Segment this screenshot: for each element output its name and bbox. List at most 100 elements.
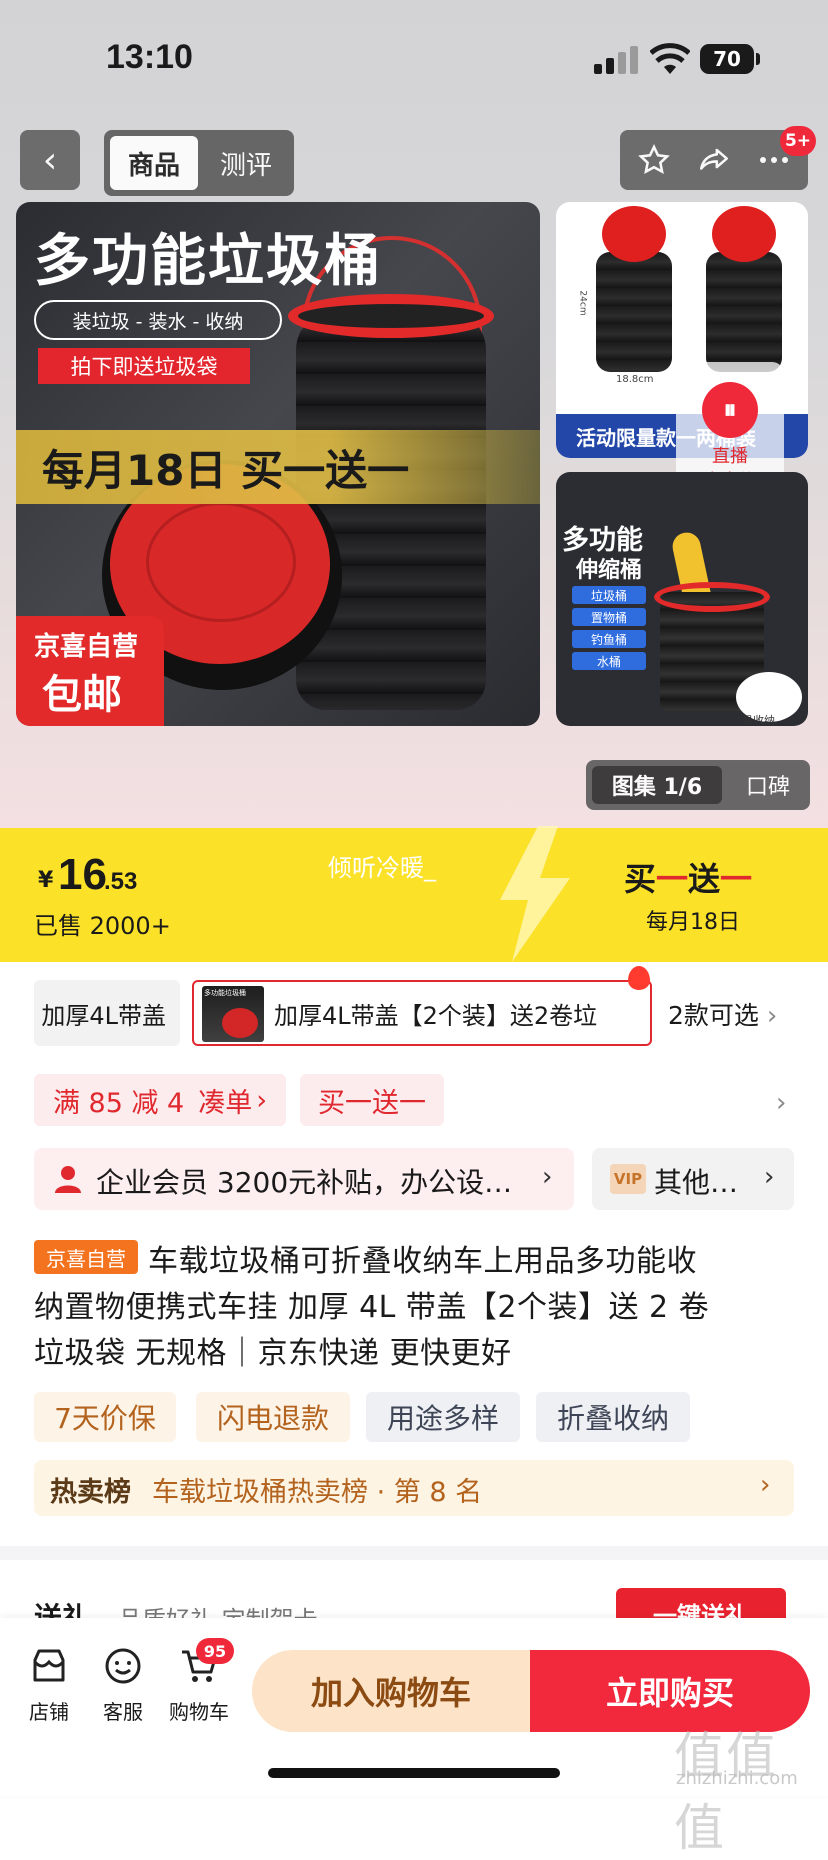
bucket-rim bbox=[288, 294, 494, 338]
smile-chat-icon bbox=[105, 1648, 141, 1684]
discount-label: 满 85 减 4 bbox=[52, 1087, 185, 1119]
image-gift-note: 拍下即送垃圾袋 bbox=[38, 348, 250, 384]
main-product-image[interactable]: 多功能垃圾桶 装垃圾 - 装水 - 收纳 拍下即送垃圾袋 每月18日 买一送一 … bbox=[16, 202, 540, 726]
gallery-switch: 图集 1/6 口碑 bbox=[586, 760, 810, 810]
vip-icon: VIP bbox=[610, 1164, 646, 1194]
battery-indicator: 70 bbox=[700, 44, 754, 74]
signal-icon bbox=[594, 46, 638, 74]
thumb-tag: 垃圾桶 bbox=[572, 586, 646, 604]
chevron-right-icon: › bbox=[766, 1001, 778, 1031]
variant-selected[interactable]: 多功能垃圾桶 加厚4L带盖【2个装】送2卷垃 bbox=[192, 980, 652, 1046]
seller-watermark: 倾听冷暖_ bbox=[328, 854, 436, 882]
favorite-star-icon[interactable] bbox=[624, 130, 684, 190]
tab-product[interactable]: 商品 bbox=[110, 136, 198, 190]
message-badge: 5+ bbox=[780, 126, 816, 156]
thumb-tag: 置物桶 bbox=[572, 608, 646, 626]
thumb-lid-1 bbox=[602, 206, 666, 262]
thumb-bucket-1 bbox=[596, 252, 672, 372]
ranking-text: 车载垃圾桶热卖榜 · 第 8 名 bbox=[152, 1477, 483, 1508]
variant-thumbnail-lid bbox=[222, 1008, 258, 1038]
add-to-cart-button[interactable]: 加入购物车 bbox=[252, 1650, 530, 1732]
gallery-tab[interactable]: 图集 1/6 bbox=[592, 766, 722, 804]
chevron-left-icon: ‹ bbox=[42, 139, 58, 181]
chevron-right-icon: › bbox=[542, 1162, 553, 1192]
promo-title-part: 一 bbox=[656, 860, 689, 898]
thumb-inset-label: 易收纳 bbox=[742, 714, 775, 726]
variant-more[interactable]: 2款可选 › bbox=[668, 996, 777, 1032]
live-icon: ⏸ bbox=[702, 382, 758, 438]
service-label: 客服 bbox=[103, 1700, 143, 1724]
promo-title: 买一送一 bbox=[624, 854, 752, 900]
sold-count: 已售 2000+ bbox=[34, 912, 171, 940]
thumb-bucket-rim bbox=[654, 582, 770, 612]
bucket-body bbox=[296, 310, 486, 710]
chevron-right-icon: › bbox=[760, 1470, 771, 1500]
bundle-label: 凑单 bbox=[198, 1087, 253, 1119]
variant-more-label: 2款可选 bbox=[668, 1001, 759, 1030]
lightning-icon bbox=[500, 826, 570, 962]
status-time: 13:10 bbox=[106, 38, 193, 76]
promos-chevron-icon[interactable]: › bbox=[776, 1088, 786, 1118]
price-integer: 16 bbox=[58, 850, 107, 899]
bogo-chip[interactable]: 买一送一 bbox=[300, 1074, 444, 1126]
discount-chip[interactable]: 满 85 减 4 凑单 › bbox=[34, 1074, 286, 1126]
chevron-right-icon: › bbox=[256, 1084, 268, 1116]
home-indicator[interactable] bbox=[268, 1768, 560, 1778]
service-tag[interactable]: 7天价保 bbox=[34, 1392, 176, 1442]
image-features: 装垃圾 - 装水 - 收纳 bbox=[34, 300, 282, 340]
image-promo-band: 每月18日 买一送一 bbox=[16, 430, 540, 504]
section-divider bbox=[0, 1546, 828, 1560]
store-label: 店铺 bbox=[29, 1700, 69, 1724]
cart-count-badge: 95 bbox=[196, 1638, 234, 1664]
thumb-height-label: 24cm bbox=[577, 290, 588, 316]
image-title: 多功能垃圾桶 bbox=[34, 229, 382, 294]
variant-selected-label: 加厚4L带盖【2个装】送2卷垃 bbox=[274, 1002, 598, 1030]
promo-date: 每月18日 bbox=[646, 910, 740, 935]
variant-thumbnail: 多功能垃圾桶 bbox=[202, 986, 264, 1042]
promo-title-part: 送 bbox=[688, 860, 721, 898]
service-tag[interactable]: 闪电退款 bbox=[196, 1392, 350, 1442]
tab-review[interactable]: 测评 bbox=[202, 136, 290, 190]
promo-title-part: 买 bbox=[624, 860, 657, 898]
chevron-right-icon: › bbox=[764, 1162, 775, 1192]
tab-bar: 商品 测评 bbox=[104, 130, 294, 196]
member-text: 企业会员 3200元补贴，办公设… bbox=[96, 1166, 513, 1199]
store-icon bbox=[33, 1649, 65, 1682]
site-watermark-url: zhizhizhi.com bbox=[676, 1768, 798, 1789]
product-title-line-1: 车载垃圾桶可折叠收纳车上用品多功能收 bbox=[148, 1244, 697, 1279]
jx-badge: 京喜自营 包邮 bbox=[16, 616, 164, 726]
other-benefits[interactable]: VIP 其他… › bbox=[592, 1148, 794, 1210]
customer-service-button[interactable]: 客服 bbox=[88, 1646, 158, 1725]
thumb-bucket-2 bbox=[706, 252, 782, 372]
battery-tip bbox=[756, 53, 760, 65]
jx-badge-line2: 包邮 bbox=[42, 672, 122, 718]
share-icon[interactable] bbox=[684, 130, 744, 190]
promo-title-part: 一 bbox=[720, 860, 753, 898]
hot-flame-icon bbox=[628, 966, 650, 990]
user-icon bbox=[55, 1166, 81, 1193]
variant-option[interactable]: 加厚4L带盖 bbox=[34, 980, 180, 1046]
service-tag[interactable]: 折叠收纳 bbox=[536, 1392, 690, 1442]
thumbnail-2-subtitle: 伸缩桶 bbox=[576, 558, 643, 583]
ranking-label: 热卖榜 bbox=[50, 1477, 131, 1508]
variant-thumbnail-text: 多功能垃圾桶 bbox=[204, 989, 246, 997]
product-title-line-2: 纳置物便携式车挂 加厚 4L 带盖【2个装】送 2 卷 bbox=[34, 1290, 710, 1325]
back-button[interactable]: ‹ bbox=[20, 130, 80, 190]
live-label: 直播 bbox=[712, 446, 748, 467]
thumb-lid-2 bbox=[712, 206, 776, 262]
bucket-lid-ring bbox=[146, 502, 296, 622]
thumbnail-2[interactable]: 多功能 伸缩桶 垃圾桶 置物桶 钓鱼桶 水桶 易收纳 bbox=[556, 472, 808, 726]
store-button[interactable]: 店铺 bbox=[14, 1646, 84, 1725]
jx-badge-line1: 京喜自营 bbox=[34, 632, 139, 662]
reviews-tab[interactable]: 口碑 bbox=[732, 766, 804, 804]
other-label: 其他… bbox=[654, 1166, 739, 1199]
service-tag[interactable]: 用途多样 bbox=[366, 1392, 520, 1442]
ranking-banner[interactable]: 热卖榜 车载垃圾桶热卖榜 · 第 8 名 › bbox=[34, 1460, 794, 1516]
wifi-icon bbox=[650, 43, 690, 74]
product-title-line-3: 垃圾袋 无规格｜京东快递 更快更好 bbox=[34, 1336, 512, 1371]
enterprise-member-banner[interactable]: 企业会员 3200元补贴，办公设… › bbox=[34, 1148, 574, 1210]
thumb-tag: 水桶 bbox=[572, 652, 646, 670]
thumb-tag: 钓鱼桶 bbox=[572, 630, 646, 648]
cart-label: 购物车 bbox=[169, 1700, 229, 1724]
price-decimal: .53 bbox=[104, 868, 138, 895]
